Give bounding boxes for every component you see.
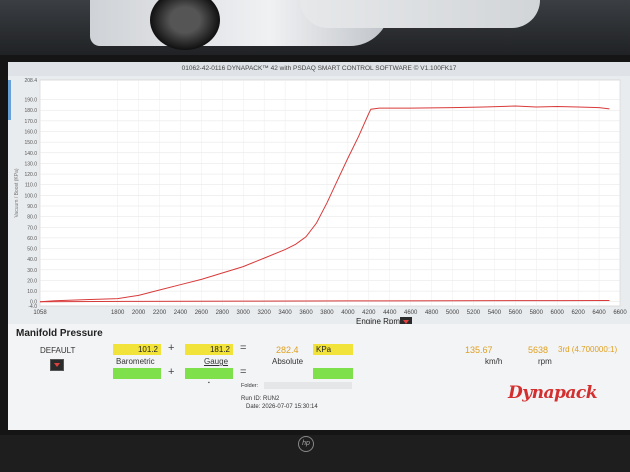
x-tick-label: 6200 <box>571 310 585 316</box>
y-tick-label: 50.0 <box>27 247 37 253</box>
x-tick-label: 3800 <box>320 310 334 316</box>
y-tick-label: 150.0 <box>24 140 37 146</box>
equals-sign: = <box>240 342 247 354</box>
gauge-label: Gauge <box>204 357 229 366</box>
run-id: Run ID: RUN2 <box>241 396 280 402</box>
x-tick-label: 6000 <box>551 310 565 316</box>
folder-field[interactable] <box>264 382 352 389</box>
y-axis-label: Vacuum / Boost (KPa) <box>14 168 20 217</box>
equals-sign-2: = <box>240 366 247 378</box>
y-tick-label: 140.0 <box>24 151 37 157</box>
plot-area <box>39 79 621 307</box>
x-tick-label: 2600 <box>195 310 209 316</box>
speed-value: 135.67 <box>465 345 493 355</box>
green-box-1[interactable] <box>113 368 161 379</box>
speed-unit: km/h <box>485 357 503 366</box>
x-tick-label: 5000 <box>446 310 460 316</box>
small-mark: ▪ <box>208 380 210 386</box>
x-tick-label: 3200 <box>257 310 271 316</box>
y-tick-label: 120.0 <box>24 172 37 178</box>
folder-label: Folder: <box>241 383 259 389</box>
y-tick-label: 10.0 <box>27 289 37 295</box>
y-tick-label: 130.0 <box>24 161 37 167</box>
x-tick-label: 4400 <box>383 310 397 316</box>
profile-label: DEFAULT <box>40 346 76 355</box>
x-tick-label: 3000 <box>237 310 251 316</box>
x-tick-label: 1058 <box>33 310 47 316</box>
y-tick-label: 20.0 <box>27 278 37 284</box>
section-title: Manifold Pressure <box>16 328 103 339</box>
x-tick-label: 2200 <box>153 310 167 316</box>
absolute-label: Absolute <box>272 357 304 366</box>
background-garage <box>0 0 630 60</box>
plus-sign: + <box>168 342 175 354</box>
y-tick-label: 70.0 <box>27 225 37 231</box>
y-tick-label: 40.0 <box>27 257 37 263</box>
y-tick-label: 190.0 <box>24 98 37 104</box>
barometric-label: Barometric <box>116 357 155 366</box>
x-tick-label: 2400 <box>174 310 188 316</box>
hp-logo-icon: hp <box>298 436 314 452</box>
plus-sign-2: + <box>168 366 175 378</box>
x-tick-label: 4600 <box>404 310 418 316</box>
absolute-value: 282.4 <box>276 345 299 355</box>
x-tick-label: 2000 <box>132 310 146 316</box>
y-tick-label: 110.0 <box>25 183 37 189</box>
green-box-2[interactable] <box>185 368 233 379</box>
left-edge-marker <box>8 80 11 120</box>
monitor-screen: 01062-42-0116 DYNAPACK™ 42 with PSDAQ SM… <box>8 62 630 430</box>
gear-readout: 3rd (4.700000:1) <box>558 345 618 354</box>
y-tick-label: 30.0 <box>27 268 37 274</box>
absolute-unit: KPa <box>313 344 353 355</box>
rpm-unit: rpm <box>538 357 552 366</box>
x-tick-label: 5600 <box>509 310 523 316</box>
x-tick-label: 2800 <box>216 310 230 316</box>
green-box-3[interactable] <box>313 368 353 379</box>
x-tick-label: 4000 <box>341 310 355 316</box>
gauge-value: 181.2 <box>185 344 233 355</box>
x-tick-label: 4200 <box>362 310 376 316</box>
car-rear <box>300 0 540 28</box>
dynapack-logo: Dynapack <box>508 383 598 403</box>
x-tick-label: 5800 <box>530 310 544 316</box>
rpm-value: 5638 <box>528 345 549 355</box>
y-tick-label: 100.0 <box>24 193 37 199</box>
x-tick-label: 5200 <box>467 310 481 316</box>
x-tick-label: 1800 <box>111 310 125 316</box>
monitor-stand <box>0 435 630 472</box>
profile-dropdown-button[interactable] <box>50 359 64 371</box>
y-tick-label: 160.0 <box>24 129 37 135</box>
x-tick-label: 5400 <box>488 310 502 316</box>
boost-chart: 208.4 190.0 180.0 170.0 160.0 150.0 140.0 130.0… <box>8 78 627 326</box>
x-tick-label: 6600 <box>613 310 627 316</box>
y-tick-label: 60.0 <box>27 236 37 242</box>
x-tick-label: 4800 <box>425 310 439 316</box>
readout-panel: Manifold Pressure DEFAULT 101.2 Barometr… <box>8 324 630 430</box>
y-tick-label: 180.0 <box>24 108 37 114</box>
y-tick-label: 170.0 <box>24 119 37 125</box>
x-tick-label: 6400 <box>592 310 606 316</box>
y-tick-label: 80.0 <box>27 215 37 221</box>
run-date: Date: 2026-07-07 15:30:14 <box>246 404 318 410</box>
x-tick-label: 3400 <box>278 310 292 316</box>
x-tick-label: 3600 <box>299 310 313 316</box>
y-tick-label: 208.4 <box>24 78 37 84</box>
y-tick-label: 90.0 <box>27 204 37 210</box>
barometric-value: 101.2 <box>113 344 161 355</box>
